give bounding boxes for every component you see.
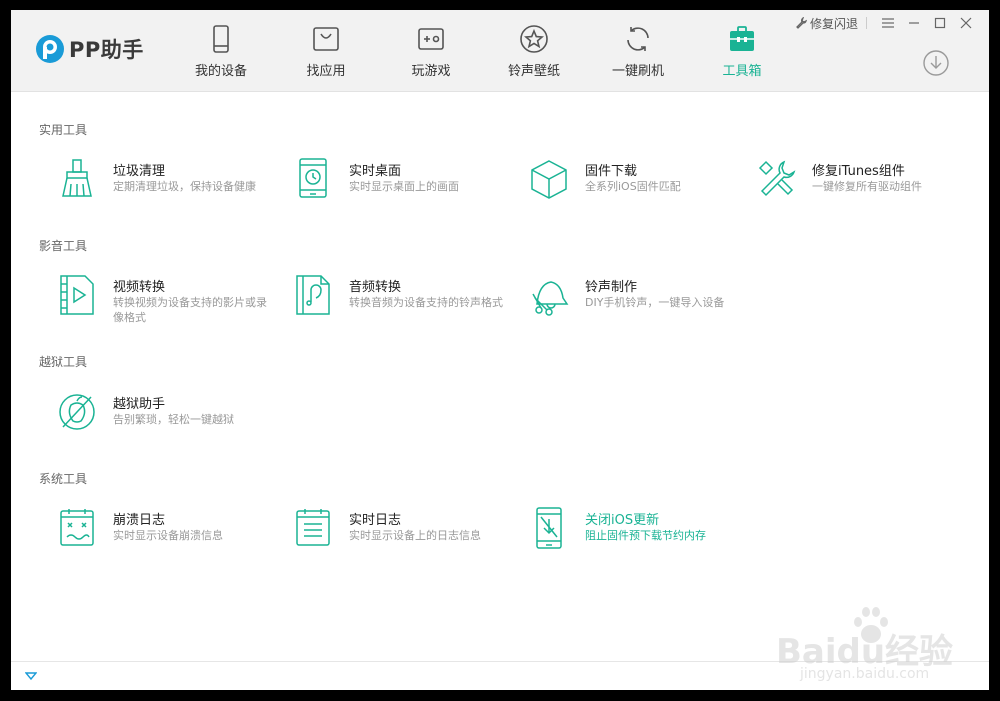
tool-audio-convert[interactable]: 音频转换 转换音频为设备支持的铃声格式 — [293, 274, 523, 324]
tool-desc: DIY手机铃声，一键导入设备 — [585, 296, 725, 309]
close-icon — [960, 17, 972, 29]
tool-video-convert[interactable]: 视频转换 转换视频为设备支持的影片或录像格式 — [57, 274, 287, 324]
maximize-icon — [934, 17, 946, 29]
tool-name: 垃圾清理 — [113, 164, 166, 179]
tool-desc: 阻止固件预下载节约内存 — [585, 529, 706, 542]
tool-name: 铃声制作 — [585, 280, 638, 295]
tool-name: 崩溃日志 — [113, 513, 166, 528]
menu-button[interactable] — [875, 14, 901, 32]
nav-one-click-flash[interactable]: 一键刷机 — [588, 24, 688, 84]
tool-live-log[interactable]: 实时日志 实时显示设备上的日志信息 — [293, 507, 523, 557]
pp-logo-icon — [36, 35, 64, 63]
refresh-icon — [627, 27, 649, 51]
tool-desc: 一键修复所有驱动组件 — [812, 180, 922, 193]
tool-junk-clean[interactable]: 垃圾清理 定期清理垃圾，保持设备健康 — [57, 158, 287, 208]
toolbox-icon — [730, 26, 754, 51]
menu-icon — [882, 18, 894, 28]
nav-label: 找应用 — [306, 64, 346, 79]
repair-crash-button[interactable]: 修复闪退 — [795, 15, 858, 32]
window-controls: 修复闪退 — [795, 14, 979, 32]
block-update-icon — [536, 507, 562, 549]
divider — [866, 17, 867, 29]
wrench-small-icon — [796, 17, 807, 29]
repair-crash-label: 修复闪退 — [809, 16, 858, 31]
tool-name: 视频转换 — [113, 280, 166, 295]
section-title-media: 影音工具 — [39, 239, 88, 253]
tool-live-desktop[interactable]: 实时桌面 实时显示桌面上的画面 — [293, 158, 523, 208]
app-window: PP助手 我的设备 找应用 玩游戏 铃声壁纸 一键刷机 工具箱 修复闪退 实用工… — [11, 10, 989, 690]
nav-find-app[interactable]: 找应用 — [276, 24, 376, 84]
tool-repair-itunes[interactable]: 修复iTunes组件 一键修复所有驱动组件 — [756, 158, 986, 208]
tool-name: 修复iTunes组件 — [812, 164, 905, 179]
tool-desc: 实时显示设备崩溃信息 — [113, 529, 223, 542]
maximize-button[interactable] — [927, 14, 953, 32]
nav-label: 铃声壁纸 — [507, 64, 560, 79]
tool-desc: 转换音频为设备支持的铃声格式 — [349, 296, 503, 309]
broom-icon — [62, 159, 92, 197]
minimize-icon — [909, 22, 919, 24]
tool-desc: 全系列iOS固件匹配 — [585, 180, 681, 193]
baidu-watermark: Baidu经验 jingyan.baidu.com — [766, 600, 966, 690]
tool-desc: 实时显示设备上的日志信息 — [349, 529, 481, 542]
jailbreak-icon — [59, 394, 95, 430]
tool-desc: 告别繁琐，轻松一键越狱 — [113, 413, 234, 426]
nav-label: 玩游戏 — [411, 64, 451, 79]
nav-play-games[interactable]: 玩游戏 — [381, 24, 481, 84]
section-title-jailbreak: 越狱工具 — [39, 355, 88, 369]
tool-ringtone-make[interactable]: 铃声制作 DIY手机铃声，一键导入设备 — [529, 274, 759, 324]
nav-label: 我的设备 — [194, 64, 247, 79]
triangle-down-icon[interactable] — [25, 671, 37, 681]
tool-crash-log[interactable]: 崩溃日志 实时显示设备崩溃信息 — [57, 507, 287, 557]
tool-desc: 定期清理垃圾，保持设备健康 — [113, 180, 256, 193]
audio-file-icon — [296, 275, 330, 315]
section-title-system: 系统工具 — [39, 472, 88, 486]
tool-desc: 转换视频为设备支持的影片或录像格式 — [113, 296, 267, 324]
nav-label: 一键刷机 — [611, 64, 664, 79]
tool-name: 关闭iOS更新 — [585, 513, 660, 528]
gamepad-icon — [418, 28, 444, 50]
nav-label: 工具箱 — [722, 64, 762, 79]
video-file-icon — [60, 275, 94, 315]
bell-scissors-icon — [532, 281, 569, 316]
phone-icon — [213, 25, 229, 53]
tool-disable-ios-update[interactable]: 关闭iOS更新 阻止固件预下载节约内存 — [529, 507, 759, 557]
watermark-url: jingyan.baidu.com — [800, 666, 930, 682]
minimize-button[interactable] — [901, 14, 927, 32]
star-icon — [520, 25, 548, 53]
tool-name: 实时桌面 — [349, 164, 402, 179]
tablet-clock-icon — [299, 158, 327, 198]
tool-desc: 实时显示桌面上的画面 — [349, 180, 459, 193]
app-bag-icon — [313, 27, 339, 51]
tool-name: 固件下载 — [585, 164, 638, 179]
close-button[interactable] — [953, 14, 979, 32]
wrench-icon — [758, 160, 796, 197]
live-log-icon — [296, 509, 330, 546]
tool-name: 音频转换 — [349, 280, 402, 295]
header-bar: PP助手 我的设备 找应用 玩游戏 铃声壁纸 一键刷机 工具箱 修复闪退 — [11, 10, 989, 92]
nav-toolbox[interactable]: 工具箱 — [692, 24, 792, 84]
tool-name: 实时日志 — [349, 513, 402, 528]
nav-ringtone-wallpaper[interactable]: 铃声壁纸 — [484, 24, 584, 84]
cube-icon — [531, 160, 567, 199]
tool-firmware-download[interactable]: 固件下载 全系列iOS固件匹配 — [529, 158, 759, 208]
crash-log-icon — [60, 509, 94, 546]
section-title-practical: 实用工具 — [39, 123, 88, 137]
app-name: PP助手 — [69, 38, 144, 62]
nav-my-device[interactable]: 我的设备 — [171, 24, 271, 84]
app-logo: PP助手 — [35, 34, 144, 64]
tool-jailbreak-assistant[interactable]: 越狱助手 告别繁琐，轻松一键越狱 — [57, 391, 287, 441]
download-icon[interactable] — [923, 50, 949, 76]
tool-name: 越狱助手 — [113, 397, 166, 412]
